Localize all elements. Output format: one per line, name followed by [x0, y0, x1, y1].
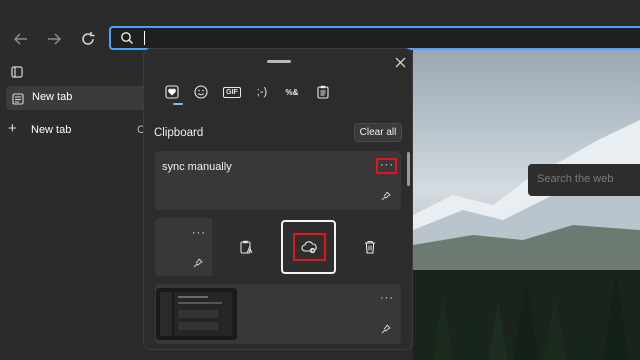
new-tab-page-icon	[12, 92, 24, 110]
address-bar[interactable]	[109, 26, 640, 50]
refresh-icon[interactable]	[75, 26, 101, 52]
tab-actions-icon[interactable]	[11, 65, 23, 83]
paste-as-text-icon[interactable]	[234, 235, 258, 259]
kaomoji-icon[interactable]: ;-)	[251, 81, 273, 103]
clear-all-button[interactable]: Clear all	[354, 123, 402, 142]
web-search-placeholder: Search the web	[537, 173, 614, 185]
forward-arrow-icon[interactable]	[41, 26, 67, 52]
more-options-button[interactable]: ···	[380, 292, 394, 304]
pin-icon[interactable]	[193, 258, 203, 271]
search-icon	[120, 31, 134, 50]
selected-tab-indicator	[173, 103, 183, 105]
heart-sticker-icon[interactable]	[161, 81, 183, 103]
text-caret	[144, 31, 145, 45]
screenshot-thumbnail	[156, 288, 237, 340]
clipboard-icon[interactable]	[312, 81, 334, 103]
cloud-sync-icon[interactable]	[297, 235, 321, 259]
drag-handle[interactable]	[267, 60, 291, 63]
back-arrow-icon[interactable]	[8, 26, 34, 52]
web-search-box[interactable]: Search the web	[528, 164, 640, 196]
trees-image	[433, 270, 629, 360]
pin-icon[interactable]	[381, 191, 391, 204]
emoji-icon[interactable]	[190, 81, 212, 103]
gif-icon[interactable]: GIF	[221, 81, 243, 103]
delete-icon[interactable]	[358, 235, 382, 259]
tab-new-tab-active[interactable]: New tab	[6, 86, 148, 110]
clipboard-item-text: sync manually	[162, 161, 232, 173]
symbols-icon[interactable]: %&	[281, 81, 303, 103]
tab-label: New tab	[32, 91, 73, 103]
clipboard-item[interactable]: sync manually	[155, 151, 401, 210]
scrollbar-thumb[interactable]	[407, 152, 410, 186]
clipboard-title: Clipboard	[154, 127, 204, 139]
plus-icon[interactable]: +	[8, 121, 17, 136]
more-options-button[interactable]: ···	[192, 227, 206, 239]
pin-icon[interactable]	[381, 324, 391, 337]
new-tab-button-label[interactable]: New tab	[31, 124, 71, 136]
more-options-button[interactable]: ···	[380, 159, 394, 171]
close-icon[interactable]	[390, 52, 410, 72]
